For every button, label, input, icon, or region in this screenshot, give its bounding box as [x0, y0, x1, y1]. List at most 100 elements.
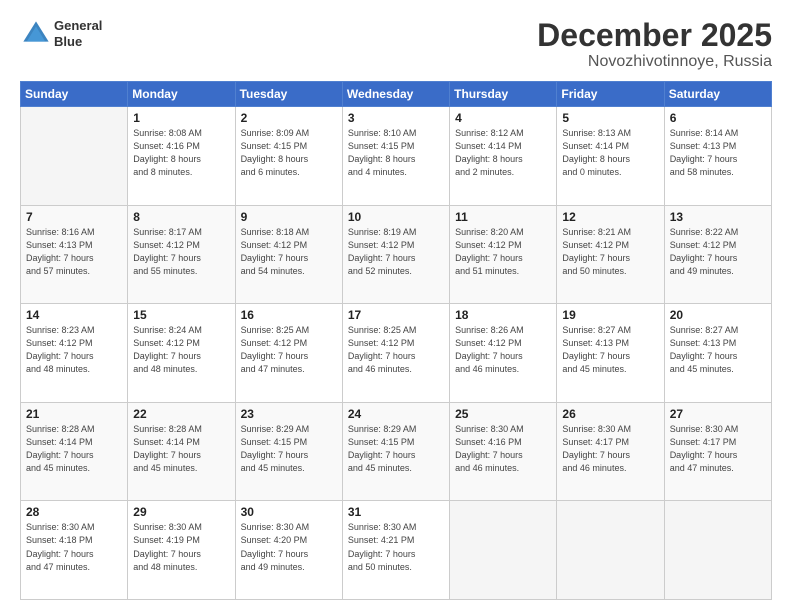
day-number: 30 [241, 505, 337, 519]
calendar-subtitle: Novozhivotinnoye, Russia [537, 53, 772, 71]
day-number: 1 [133, 111, 229, 125]
column-header-monday: Monday [128, 82, 235, 107]
day-info: Sunrise: 8:25 AM Sunset: 4:12 PM Dayligh… [241, 324, 337, 376]
calendar-week-1: 1 Sunrise: 8:08 AM Sunset: 4:16 PM Daylig… [21, 107, 772, 206]
day-info: Sunrise: 8:30 AM Sunset: 4:19 PM Dayligh… [133, 521, 229, 573]
column-header-sunday: Sunday [21, 82, 128, 107]
calendar-cell: 7Sunrise: 8:16 AM Sunset: 4:13 PM Daylig… [21, 205, 128, 304]
day-info: Sunrise: 8:16 AM Sunset: 4:13 PM Dayligh… [26, 226, 122, 278]
calendar-cell: 2 Sunrise: 8:09 AM Sunset: 4:15 PM Daylig… [235, 107, 342, 206]
column-header-wednesday: Wednesday [342, 82, 449, 107]
calendar-cell: 16 Sunrise: 8:25 AM Sunset: 4:12 PM Dayli… [235, 304, 342, 403]
calendar-cell: 25 Sunrise: 8:30 AM Sunset: 4:16 PM Dayli… [450, 402, 557, 501]
page: General Blue December 2025 Novozhivotinn… [0, 0, 792, 612]
day-info: Sunrise: 8:08 AM Sunset: 4:16 PM Dayligh… [133, 127, 229, 179]
day-info: Sunrise: 8:28 AM Sunset: 4:14 PM Dayligh… [133, 423, 229, 475]
day-number: 23 [241, 407, 337, 421]
calendar-week-5: 28 Sunrise: 8:30 AM Sunset: 4:18 PM Dayli… [21, 501, 772, 600]
day-number: 15 [133, 308, 229, 322]
calendar-cell: 3Sunrise: 8:10 AM Sunset: 4:15 PM Daylig… [342, 107, 449, 206]
day-number: 20 [670, 308, 766, 322]
day-info: Sunrise: 8:29 AM Sunset: 4:15 PM Dayligh… [348, 423, 444, 475]
day-number: 2 [241, 111, 337, 125]
calendar-cell: 21 Sunrise: 8:28 AM Sunset: 4:14 PM Dayli… [21, 402, 128, 501]
day-number: 26 [562, 407, 658, 421]
calendar-cell: 13Sunrise: 8:22 AM Sunset: 4:12 PM Dayli… [664, 205, 771, 304]
day-number: 31 [348, 505, 444, 519]
calendar-cell: 29 Sunrise: 8:30 AM Sunset: 4:19 PM Dayli… [128, 501, 235, 600]
calendar-cell: 9Sunrise: 8:18 AM Sunset: 4:12 PM Daylig… [235, 205, 342, 304]
calendar-cell: 27Sunrise: 8:30 AM Sunset: 4:17 PM Dayli… [664, 402, 771, 501]
calendar-cell: 5 Sunrise: 8:13 AM Sunset: 4:14 PM Daylig… [557, 107, 664, 206]
day-info: Sunrise: 8:29 AM Sunset: 4:15 PM Dayligh… [241, 423, 337, 475]
day-number: 19 [562, 308, 658, 322]
day-info: Sunrise: 8:19 AM Sunset: 4:12 PM Dayligh… [348, 226, 444, 278]
calendar-cell: 6 Sunrise: 8:14 AM Sunset: 4:13 PM Daylig… [664, 107, 771, 206]
calendar-cell: 10 Sunrise: 8:19 AM Sunset: 4:12 PM Dayli… [342, 205, 449, 304]
calendar-week-4: 21 Sunrise: 8:28 AM Sunset: 4:14 PM Dayli… [21, 402, 772, 501]
calendar-title: December 2025 [537, 18, 772, 53]
day-info: Sunrise: 8:10 AM Sunset: 4:15 PM Dayligh… [348, 127, 444, 179]
calendar-cell: 15 Sunrise: 8:24 AM Sunset: 4:12 PM Dayli… [128, 304, 235, 403]
day-number: 5 [562, 111, 658, 125]
day-number: 18 [455, 308, 551, 322]
day-info: Sunrise: 8:27 AM Sunset: 4:13 PM Dayligh… [562, 324, 658, 376]
calendar-cell [557, 501, 664, 600]
calendar-cell: 11 Sunrise: 8:20 AM Sunset: 4:12 PM Dayli… [450, 205, 557, 304]
day-number: 29 [133, 505, 229, 519]
day-number: 8 [133, 210, 229, 224]
calendar-cell: 28 Sunrise: 8:30 AM Sunset: 4:18 PM Dayli… [21, 501, 128, 600]
calendar-cell: 4Sunrise: 8:12 AM Sunset: 4:14 PM Daylig… [450, 107, 557, 206]
day-info: Sunrise: 8:30 AM Sunset: 4:20 PM Dayligh… [241, 521, 337, 573]
day-info: Sunrise: 8:18 AM Sunset: 4:12 PM Dayligh… [241, 226, 337, 278]
header-row: SundayMondayTuesdayWednesdayThursdayFrid… [21, 82, 772, 107]
day-info: Sunrise: 8:27 AM Sunset: 4:13 PM Dayligh… [670, 324, 766, 376]
day-info: Sunrise: 8:14 AM Sunset: 4:13 PM Dayligh… [670, 127, 766, 179]
logo-text: General Blue [54, 18, 102, 49]
calendar-cell: 30 Sunrise: 8:30 AM Sunset: 4:20 PM Dayli… [235, 501, 342, 600]
calendar-cell: 31 Sunrise: 8:30 AM Sunset: 4:21 PM Dayli… [342, 501, 449, 600]
day-number: 11 [455, 210, 551, 224]
calendar-cell: 22 Sunrise: 8:28 AM Sunset: 4:14 PM Dayli… [128, 402, 235, 501]
column-header-thursday: Thursday [450, 82, 557, 107]
day-number: 6 [670, 111, 766, 125]
calendar-cell: 24 Sunrise: 8:29 AM Sunset: 4:15 PM Dayli… [342, 402, 449, 501]
calendar-cell: 18Sunrise: 8:26 AM Sunset: 4:12 PM Dayli… [450, 304, 557, 403]
calendar-cell: 8Sunrise: 8:17 AM Sunset: 4:12 PM Daylig… [128, 205, 235, 304]
day-info: Sunrise: 8:20 AM Sunset: 4:12 PM Dayligh… [455, 226, 551, 278]
day-number: 16 [241, 308, 337, 322]
day-number: 22 [133, 407, 229, 421]
calendar-cell [450, 501, 557, 600]
header: General Blue December 2025 Novozhivotinn… [20, 18, 772, 71]
day-info: Sunrise: 8:24 AM Sunset: 4:12 PM Dayligh… [133, 324, 229, 376]
day-info: Sunrise: 8:22 AM Sunset: 4:12 PM Dayligh… [670, 226, 766, 278]
calendar-cell: 1 Sunrise: 8:08 AM Sunset: 4:16 PM Daylig… [128, 107, 235, 206]
calendar-cell [664, 501, 771, 600]
day-number: 14 [26, 308, 122, 322]
day-number: 25 [455, 407, 551, 421]
day-info: Sunrise: 8:21 AM Sunset: 4:12 PM Dayligh… [562, 226, 658, 278]
day-number: 28 [26, 505, 122, 519]
column-header-friday: Friday [557, 82, 664, 107]
column-header-saturday: Saturday [664, 82, 771, 107]
calendar-cell: 19 Sunrise: 8:27 AM Sunset: 4:13 PM Dayli… [557, 304, 664, 403]
calendar-table: SundayMondayTuesdayWednesdayThursdayFrid… [20, 81, 772, 600]
calendar-week-2: 7Sunrise: 8:16 AM Sunset: 4:13 PM Daylig… [21, 205, 772, 304]
day-number: 12 [562, 210, 658, 224]
calendar-cell: 23 Sunrise: 8:29 AM Sunset: 4:15 PM Dayli… [235, 402, 342, 501]
day-info: Sunrise: 8:28 AM Sunset: 4:14 PM Dayligh… [26, 423, 122, 475]
day-info: Sunrise: 8:30 AM Sunset: 4:18 PM Dayligh… [26, 521, 122, 573]
calendar-cell: 26Sunrise: 8:30 AM Sunset: 4:17 PM Dayli… [557, 402, 664, 501]
day-info: Sunrise: 8:13 AM Sunset: 4:14 PM Dayligh… [562, 127, 658, 179]
day-info: Sunrise: 8:30 AM Sunset: 4:21 PM Dayligh… [348, 521, 444, 573]
day-number: 10 [348, 210, 444, 224]
calendar-cell: 20 Sunrise: 8:27 AM Sunset: 4:13 PM Dayli… [664, 304, 771, 403]
calendar-cell: 14Sunrise: 8:23 AM Sunset: 4:12 PM Dayli… [21, 304, 128, 403]
calendar-cell: 17Sunrise: 8:25 AM Sunset: 4:12 PM Dayli… [342, 304, 449, 403]
day-number: 24 [348, 407, 444, 421]
logo: General Blue [20, 18, 102, 50]
day-info: Sunrise: 8:09 AM Sunset: 4:15 PM Dayligh… [241, 127, 337, 179]
title-block: December 2025 Novozhivotinnoye, Russia [537, 18, 772, 71]
day-number: 21 [26, 407, 122, 421]
day-info: Sunrise: 8:30 AM Sunset: 4:16 PM Dayligh… [455, 423, 551, 475]
